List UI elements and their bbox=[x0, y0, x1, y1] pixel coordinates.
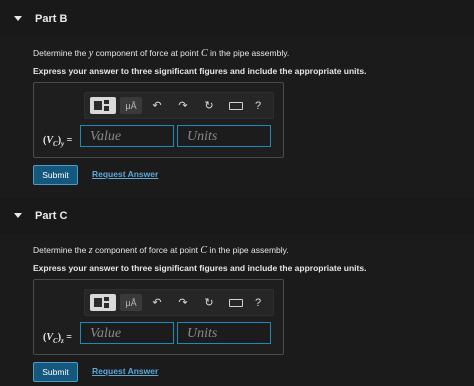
submit-button[interactable]: Submit bbox=[33, 362, 78, 382]
value-input[interactable]: Value bbox=[80, 322, 174, 344]
templates-icon[interactable] bbox=[90, 97, 116, 114]
instruction-text: Express your answer to three significant… bbox=[33, 263, 367, 273]
help-icon[interactable]: ? bbox=[251, 294, 265, 311]
reset-icon[interactable]: ↻ bbox=[201, 294, 217, 311]
redo-icon[interactable]: ↷ bbox=[175, 294, 191, 311]
submit-button[interactable]: Submit bbox=[33, 165, 78, 185]
reset-icon[interactable]: ↻ bbox=[201, 97, 217, 114]
request-answer-link[interactable]: Request Answer bbox=[92, 169, 158, 179]
units-icon[interactable]: μÅ bbox=[120, 294, 142, 311]
part-c-header[interactable]: Part C bbox=[0, 198, 474, 234]
request-answer-link[interactable]: Request Answer bbox=[92, 366, 158, 376]
math-toolbar: μÅ ↶ ↷ ↻ ? bbox=[84, 289, 274, 316]
part-title: Part C bbox=[35, 210, 68, 222]
help-icon[interactable]: ? bbox=[251, 97, 265, 114]
value-input[interactable]: Value bbox=[80, 125, 174, 147]
answer-box: μÅ ↶ ↷ ↻ ? (VC)y = Value Units bbox=[33, 82, 284, 158]
question-text: Determine the z component of force at po… bbox=[33, 245, 289, 256]
units-input[interactable]: Units bbox=[177, 125, 271, 147]
variable-label: (VC)z = bbox=[43, 332, 72, 345]
answer-box: μÅ ↶ ↷ ↻ ? (VC)z = Value Units bbox=[33, 279, 284, 355]
redo-icon[interactable]: ↷ bbox=[175, 97, 191, 114]
part-b-header[interactable]: Part B bbox=[0, 0, 474, 36]
variable-label: (VC)y = bbox=[43, 135, 73, 148]
part-title: Part B bbox=[35, 13, 68, 25]
undo-icon[interactable]: ↶ bbox=[149, 97, 165, 114]
units-input[interactable]: Units bbox=[177, 322, 271, 344]
question-text: Determine the y component of force at po… bbox=[33, 48, 290, 59]
undo-icon[interactable]: ↶ bbox=[149, 294, 165, 311]
math-toolbar: μÅ ↶ ↷ ↻ ? bbox=[84, 92, 274, 119]
keyboard-icon[interactable] bbox=[227, 97, 245, 114]
collapse-caret-icon[interactable] bbox=[14, 16, 22, 21]
collapse-caret-icon[interactable] bbox=[14, 213, 22, 218]
instruction-text: Express your answer to three significant… bbox=[33, 66, 367, 76]
keyboard-icon[interactable] bbox=[227, 294, 245, 311]
templates-icon[interactable] bbox=[90, 294, 116, 311]
units-icon[interactable]: μÅ bbox=[120, 97, 142, 114]
